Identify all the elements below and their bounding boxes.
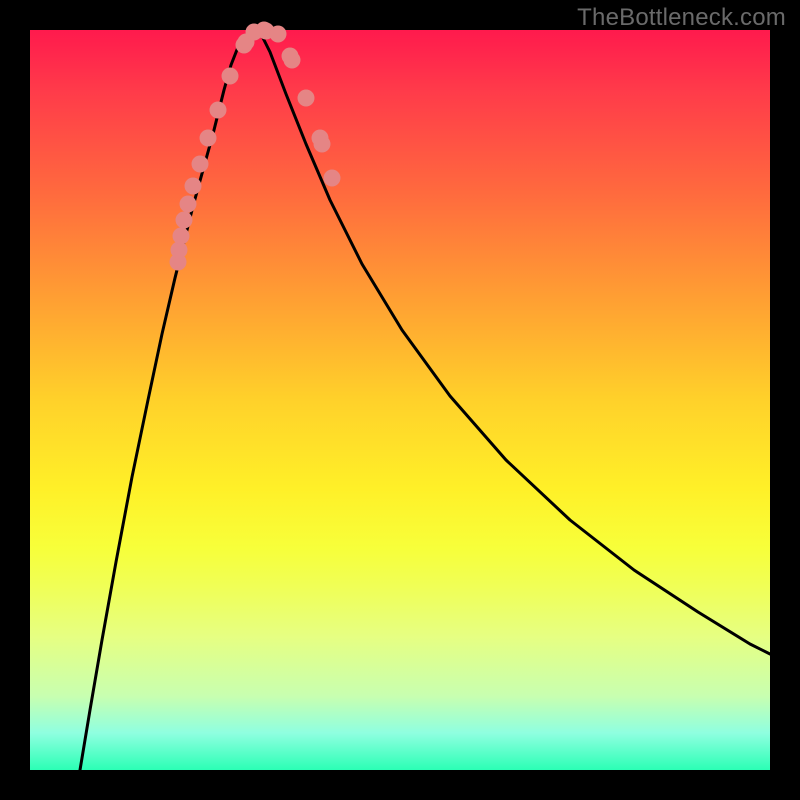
dot (180, 196, 197, 213)
dot (173, 228, 190, 245)
dot (192, 156, 209, 173)
dot (200, 130, 217, 147)
dot (298, 90, 315, 107)
watermark-text: TheBottleneck.com (577, 4, 786, 32)
dot (185, 178, 202, 195)
dot (284, 52, 301, 69)
curve-lines (80, 30, 770, 770)
plot-area (30, 30, 770, 770)
chart-svg (30, 30, 770, 770)
dot (314, 136, 331, 153)
dot (210, 102, 227, 119)
dot (270, 26, 287, 43)
dot (222, 68, 239, 85)
dot (176, 212, 193, 229)
dot (324, 170, 341, 187)
scatter-dots (170, 22, 341, 271)
curve-right-curve (258, 30, 770, 654)
curve-left-curve (80, 30, 258, 770)
chart-frame: TheBottleneck.com (0, 0, 800, 800)
